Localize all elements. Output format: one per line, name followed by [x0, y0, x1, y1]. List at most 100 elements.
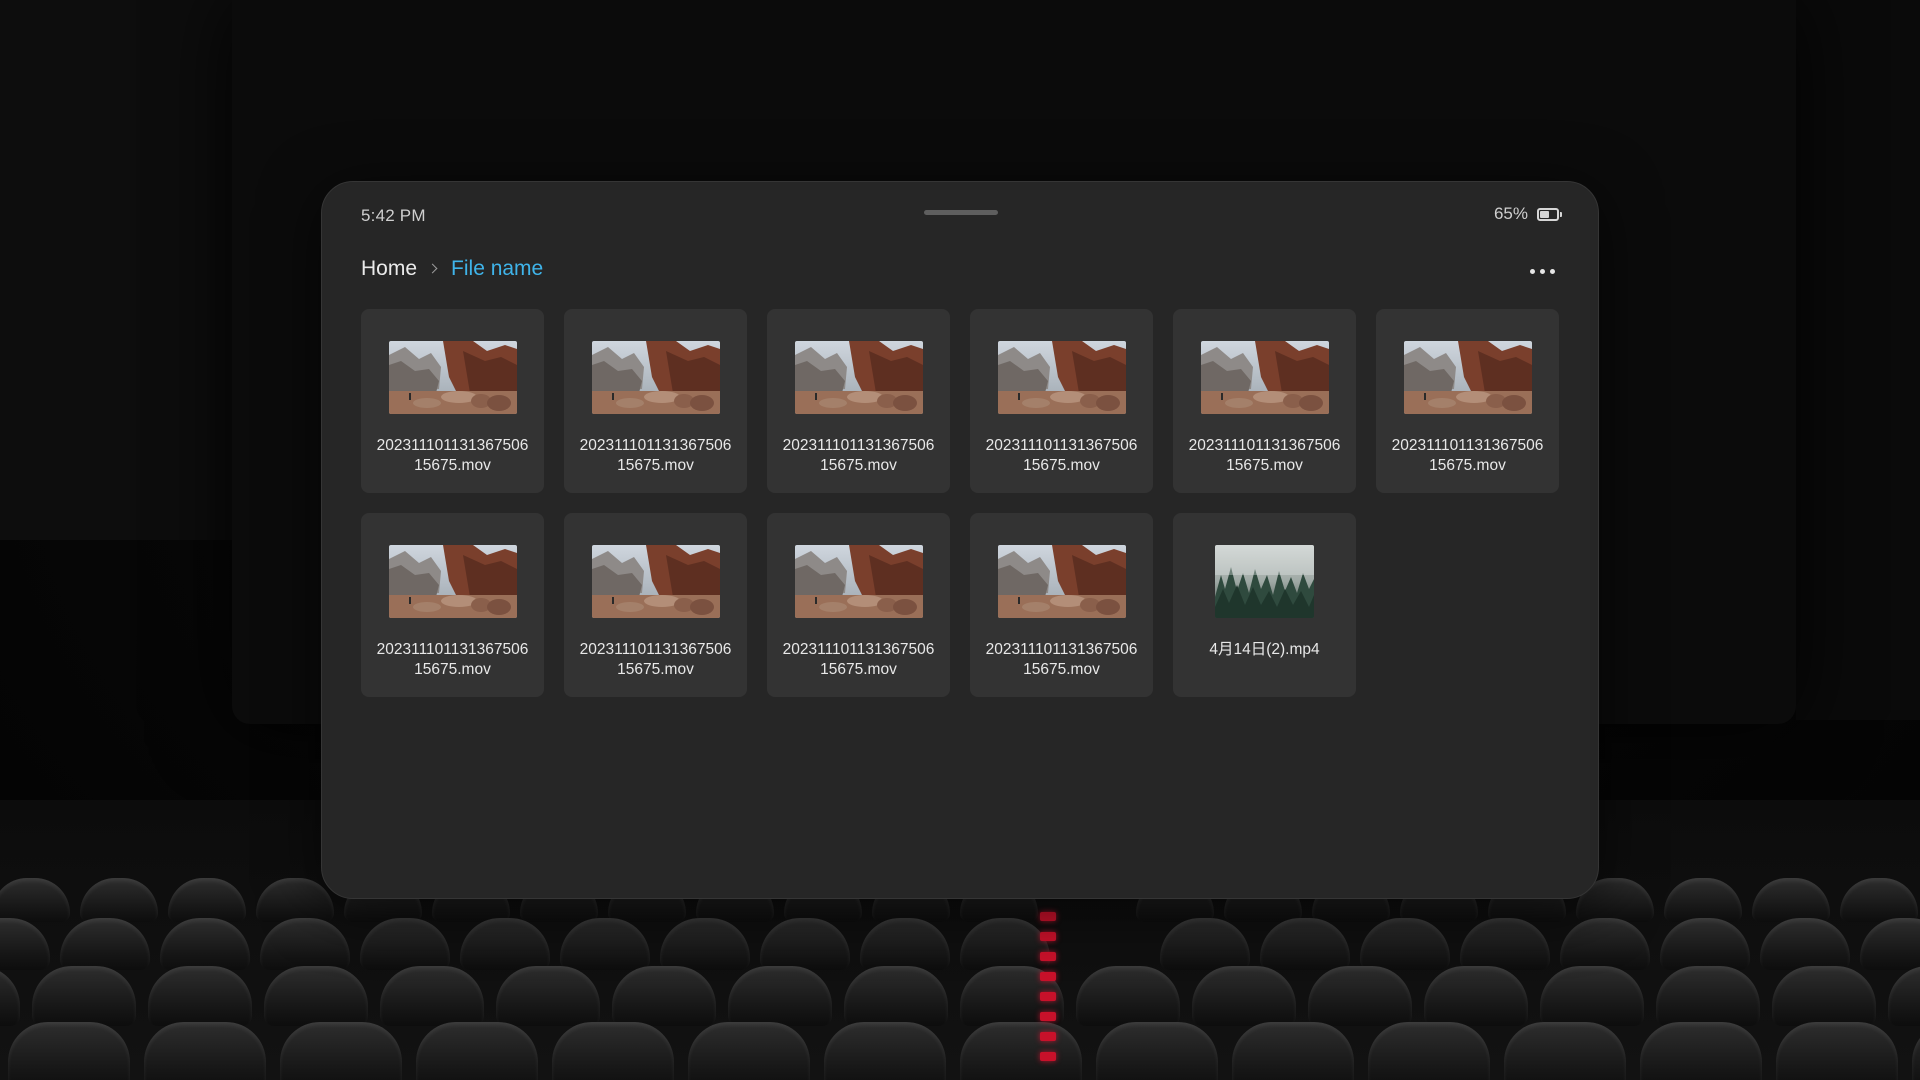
video-thumbnail-canyon [592, 341, 720, 414]
aisle-light [1040, 1052, 1056, 1061]
video-thumbnail-canyon [998, 341, 1126, 414]
file-card[interactable]: 202311101131367506 15675.mov [361, 309, 544, 493]
file-card[interactable]: 202311101131367506 15675.mov [767, 513, 950, 697]
file-name-line: 202311101131367506 [782, 437, 935, 454]
aisle-light [1040, 952, 1056, 961]
file-name-line: 15675.mov [820, 661, 897, 678]
file-name-line: 202311101131367506 [579, 641, 732, 658]
file-name-line: 202311101131367506 [782, 641, 935, 658]
file-browser-window: 5:42 PM 65% Home File name 2023111011313… [321, 181, 1599, 899]
file-name-label: 202311101131367506 15675.mov [1382, 436, 1553, 476]
theater-seat [1540, 966, 1644, 1026]
theater-seat [280, 1022, 402, 1080]
breadcrumb-home[interactable]: Home [361, 257, 417, 281]
file-name-label: 202311101131367506 15675.mov [367, 436, 538, 476]
file-card[interactable]: 202311101131367506 15675.mov [970, 309, 1153, 493]
aisle-light [1040, 932, 1056, 941]
file-name-line: 202311101131367506 [1188, 437, 1341, 454]
file-name-label: 202311101131367506 15675.mov [976, 640, 1147, 680]
status-battery-group: 65% [1493, 204, 1562, 224]
battery-level-fill [1540, 210, 1550, 218]
theater-seat [8, 1022, 130, 1080]
theater-seat [1192, 966, 1296, 1026]
theater-seat [32, 966, 136, 1026]
theater-seat [612, 966, 716, 1026]
file-card[interactable]: 202311101131367506 15675.mov [767, 309, 950, 493]
theater-seat [728, 966, 832, 1026]
file-name-line: 15675.mov [1023, 457, 1100, 474]
theater-seat [1308, 966, 1412, 1026]
theater-seat [496, 966, 600, 1026]
theater-seat [416, 1022, 538, 1080]
video-thumbnail-forest [1215, 545, 1314, 618]
aisle-light [1040, 1012, 1056, 1021]
theater-wall-left [0, 0, 232, 540]
theater-seat [824, 1022, 946, 1080]
theater-wall-right [1796, 0, 1920, 720]
file-name-line: 15675.mov [617, 457, 694, 474]
file-name-line: 4月14日(2).mp4 [1209, 641, 1320, 658]
theater-seat [264, 966, 368, 1026]
file-name-line: 15675.mov [1429, 457, 1506, 474]
file-card[interactable]: 202311101131367506 15675.mov [564, 309, 747, 493]
file-card[interactable]: 202311101131367506 15675.mov [1376, 309, 1559, 493]
theater-seat [1640, 1022, 1762, 1080]
video-thumbnail-canyon [389, 341, 517, 414]
theater-seat [552, 1022, 674, 1080]
breadcrumb: Home File name [361, 257, 543, 281]
file-name-line: 202311101131367506 [579, 437, 732, 454]
file-name-line: 15675.mov [617, 661, 694, 678]
theater-seat [1424, 966, 1528, 1026]
file-name-label: 202311101131367506 15675.mov [570, 640, 741, 680]
file-name-label: 202311101131367506 15675.mov [367, 640, 538, 680]
file-name-line: 15675.mov [1023, 661, 1100, 678]
video-thumbnail-canyon [998, 545, 1126, 618]
theater-seat [844, 966, 948, 1026]
more-options-button[interactable] [1524, 260, 1560, 282]
theater-seat [1504, 1022, 1626, 1080]
more-horizontal-icon-dot [1539, 268, 1545, 274]
theater-seat [1076, 966, 1180, 1026]
file-card[interactable]: 202311101131367506 15675.mov [361, 513, 544, 697]
file-name-label: 202311101131367506 15675.mov [1179, 436, 1350, 476]
file-name-label: 202311101131367506 15675.mov [773, 436, 944, 476]
theater-seat [1096, 1022, 1218, 1080]
theater-seat [380, 966, 484, 1026]
file-card[interactable]: 4月14日(2).mp4 [1173, 513, 1356, 697]
file-name-line: 202311101131367506 [376, 641, 529, 658]
theater-seat [1776, 1022, 1898, 1080]
video-thumbnail-canyon [1404, 341, 1532, 414]
aisle-light [1040, 972, 1056, 981]
battery-icon [1537, 207, 1562, 221]
file-name-line: 15675.mov [414, 661, 491, 678]
aisle-light [1040, 992, 1056, 1001]
battery-percent: 65% [1493, 204, 1528, 223]
file-name-line: 15675.mov [1226, 457, 1303, 474]
status-time: 5:42 PM [361, 206, 426, 225]
file-name-label: 202311101131367506 15675.mov [976, 436, 1147, 476]
file-card[interactable]: 202311101131367506 15675.mov [564, 513, 747, 697]
file-card[interactable]: 202311101131367506 15675.mov [1173, 309, 1356, 493]
theater-seat [148, 966, 252, 1026]
file-name-line: 15675.mov [820, 457, 897, 474]
video-thumbnail-canyon [795, 341, 923, 414]
file-grid: 202311101131367506 15675.mov 2023111011313… [361, 309, 1559, 697]
aisle-light [1040, 912, 1056, 921]
theater-seat [144, 1022, 266, 1080]
file-name-line: 202311101131367506 [376, 437, 529, 454]
window-drag-handle[interactable] [924, 210, 998, 215]
file-name-label: 202311101131367506 15675.mov [570, 436, 741, 476]
file-card[interactable]: 202311101131367506 15675.mov [970, 513, 1153, 697]
file-name-line: 202311101131367506 [1391, 437, 1544, 454]
theater-seat [1232, 1022, 1354, 1080]
aisle-light [1040, 1032, 1056, 1041]
video-thumbnail-canyon [389, 545, 517, 618]
video-thumbnail-canyon [1201, 341, 1329, 414]
file-name-line: 202311101131367506 [985, 437, 1138, 454]
video-thumbnail-canyon [592, 545, 720, 618]
theater-seat [1368, 1022, 1490, 1080]
chevron-right-icon [427, 262, 441, 276]
breadcrumb-current-folder[interactable]: File name [451, 257, 543, 281]
more-horizontal-icon-dot [1549, 268, 1555, 274]
more-horizontal-icon [1529, 268, 1535, 274]
